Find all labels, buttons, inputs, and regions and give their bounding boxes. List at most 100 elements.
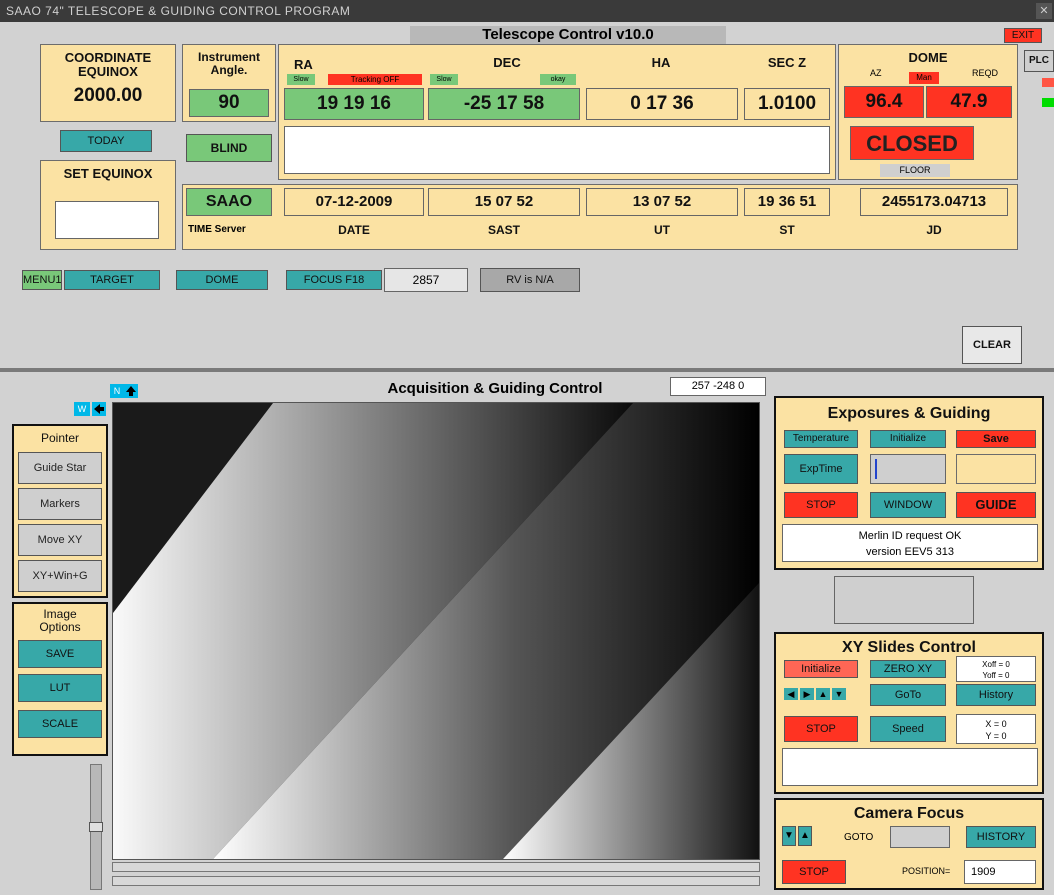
arrow-left-icon[interactable]: ◀ bbox=[784, 688, 798, 700]
exp-save-button[interactable]: Save bbox=[956, 430, 1036, 448]
equinox-value: 2000.00 bbox=[73, 85, 143, 107]
xoff-value: Xoff = 0 bbox=[982, 660, 1010, 669]
cursor-coords: 257 -248 0 bbox=[670, 377, 766, 396]
arrow-down-icon[interactable]: ▼ bbox=[832, 688, 846, 700]
plc-status-green bbox=[1042, 98, 1054, 107]
guide-button[interactable]: GUIDE bbox=[956, 492, 1036, 518]
time-server-label: TIME Server bbox=[188, 224, 246, 235]
lut-button[interactable]: LUT bbox=[18, 674, 102, 702]
image-options-title1: Image bbox=[43, 607, 77, 621]
dome-label: DOME bbox=[908, 50, 948, 65]
guide-camera-image[interactable] bbox=[112, 402, 760, 860]
exptime-button[interactable]: ExpTime bbox=[784, 454, 858, 484]
xy-stop-button[interactable]: STOP bbox=[784, 716, 858, 742]
plc-button[interactable]: PLC bbox=[1024, 50, 1054, 72]
markers-button[interactable]: Markers bbox=[18, 488, 102, 520]
speed-button[interactable]: Speed bbox=[870, 716, 946, 742]
exptime-input[interactable] bbox=[870, 454, 946, 484]
west-label: W bbox=[74, 402, 90, 416]
clear-button[interactable]: CLEAR bbox=[962, 326, 1022, 364]
set-equinox-panel: SET EQUINOX bbox=[40, 160, 176, 250]
window-close-icon[interactable]: ✕ bbox=[1036, 3, 1052, 19]
focus-position-value: 1909 bbox=[964, 860, 1036, 884]
ut-label: UT bbox=[654, 223, 670, 237]
message-field bbox=[284, 126, 830, 174]
guide-star-button[interactable]: Guide Star bbox=[18, 452, 102, 484]
yoff-value: Yoff = 0 bbox=[982, 671, 1010, 680]
dome-button[interactable]: DOME bbox=[176, 270, 268, 290]
focus-stop-button[interactable]: STOP bbox=[782, 860, 846, 884]
coordinate-label: COORDINATE bbox=[64, 50, 152, 65]
dome-reqd-value: 47.9 bbox=[926, 86, 1012, 118]
target-button[interactable]: TARGET bbox=[64, 270, 160, 290]
instrument-angle-value: 90 bbox=[189, 89, 269, 117]
move-xy-button[interactable]: Move XY bbox=[18, 524, 102, 556]
exit-button[interactable]: EXIT bbox=[1004, 28, 1042, 43]
acquisition-title: Acquisition & Guiding Control bbox=[387, 380, 603, 397]
dome-az-value: 96.4 bbox=[844, 86, 924, 118]
set-equinox-input[interactable] bbox=[55, 201, 159, 239]
x-value: X = 0 bbox=[985, 719, 1007, 729]
dec-slow-badge: Slow bbox=[430, 74, 458, 85]
ra-slow-badge: Slow bbox=[287, 74, 315, 85]
focus-up-icon[interactable]: ▲ bbox=[798, 826, 812, 846]
today-button[interactable]: TODAY bbox=[60, 130, 152, 152]
focus-history-button[interactable]: HISTORY bbox=[966, 826, 1036, 848]
scale-button[interactable]: SCALE bbox=[18, 710, 102, 738]
plc-status-red bbox=[1042, 78, 1054, 87]
ut-value: 13 07 52 bbox=[586, 188, 738, 216]
pointer-title: Pointer bbox=[40, 431, 80, 445]
jd-value: 2455173.04713 bbox=[860, 188, 1008, 216]
ra-tracking-badge: Tracking OFF bbox=[328, 74, 422, 85]
coordinate-equinox-panel: COORDINATE EQUINOX 2000.00 bbox=[40, 44, 176, 122]
dec-label: DEC bbox=[493, 55, 521, 70]
north-label: N bbox=[110, 384, 124, 398]
xy-position-display: X = 0 Y = 0 bbox=[956, 714, 1036, 744]
focus-button[interactable]: FOCUS F18 bbox=[286, 270, 382, 290]
horizontal-scrollbar-2[interactable] bbox=[112, 876, 760, 886]
horizontal-scrollbar[interactable] bbox=[112, 862, 760, 872]
exposure-message-line2: version EEV5 313 bbox=[865, 546, 955, 558]
xy-slides-title: XY Slides Control bbox=[842, 639, 976, 656]
exp-initialize-button[interactable]: Initialize bbox=[870, 430, 946, 448]
xy-history-button[interactable]: History bbox=[956, 684, 1036, 706]
exp-stop-button[interactable]: STOP bbox=[784, 492, 858, 518]
secz-label: SEC Z bbox=[767, 55, 807, 70]
image-save-button[interactable]: SAVE bbox=[18, 640, 102, 668]
y-value: Y = 0 bbox=[985, 731, 1007, 741]
focus-goto-label: GOTO bbox=[844, 832, 874, 843]
arrow-right-icon[interactable]: ▶ bbox=[800, 688, 814, 700]
menu1-button[interactable]: MENU1 bbox=[22, 270, 62, 290]
instrument-label: Instrument bbox=[197, 50, 260, 64]
dome-man-badge: Man bbox=[909, 72, 939, 84]
temperature-button[interactable]: Temperature bbox=[784, 430, 858, 448]
north-arrow-icon[interactable] bbox=[124, 384, 138, 398]
arrow-up-icon[interactable]: ▲ bbox=[816, 688, 830, 700]
ha-value: 0 17 36 bbox=[586, 88, 738, 120]
window-button[interactable]: WINDOW bbox=[870, 492, 946, 518]
angle-label: Angle. bbox=[210, 62, 248, 77]
image-options-title2: Options bbox=[39, 619, 81, 634]
goto-button[interactable]: GoTo bbox=[870, 684, 946, 706]
xy-offset-display: Xoff = 0 Yoff = 0 bbox=[956, 656, 1036, 682]
rv-button[interactable]: RV is N/A bbox=[480, 268, 580, 292]
equinox-label: EQUINOX bbox=[78, 63, 138, 79]
telescope-control-title: Telescope Control v10.0 bbox=[410, 26, 726, 44]
zero-xy-button[interactable]: ZERO XY bbox=[870, 660, 946, 678]
exposures-title: Exposures & Guiding bbox=[827, 405, 991, 422]
exposure-display bbox=[956, 454, 1036, 484]
focus-down-icon[interactable]: ▼ bbox=[782, 826, 796, 846]
ra-label: RA bbox=[294, 57, 313, 72]
window-title: SAAO 74" TELESCOPE & GUIDING CONTROL PRO… bbox=[6, 4, 351, 18]
dec-value: -25 17 58 bbox=[428, 88, 580, 120]
blind-button[interactable]: BLIND bbox=[186, 134, 272, 162]
west-arrow-icon[interactable] bbox=[92, 402, 106, 416]
dome-floor-label: FLOOR bbox=[880, 164, 950, 177]
exposure-message-line1: Merlin ID request OK bbox=[858, 530, 962, 542]
vertical-slider-handle[interactable] bbox=[89, 822, 103, 832]
window-title-bar: SAAO 74" TELESCOPE & GUIDING CONTROL PRO… bbox=[0, 0, 1054, 22]
status-indicator-box bbox=[834, 576, 974, 624]
focus-goto-input[interactable] bbox=[890, 826, 950, 848]
xy-win-g-button[interactable]: XY+Win+G bbox=[18, 560, 102, 592]
xy-initialize-button[interactable]: Initialize bbox=[784, 660, 858, 678]
